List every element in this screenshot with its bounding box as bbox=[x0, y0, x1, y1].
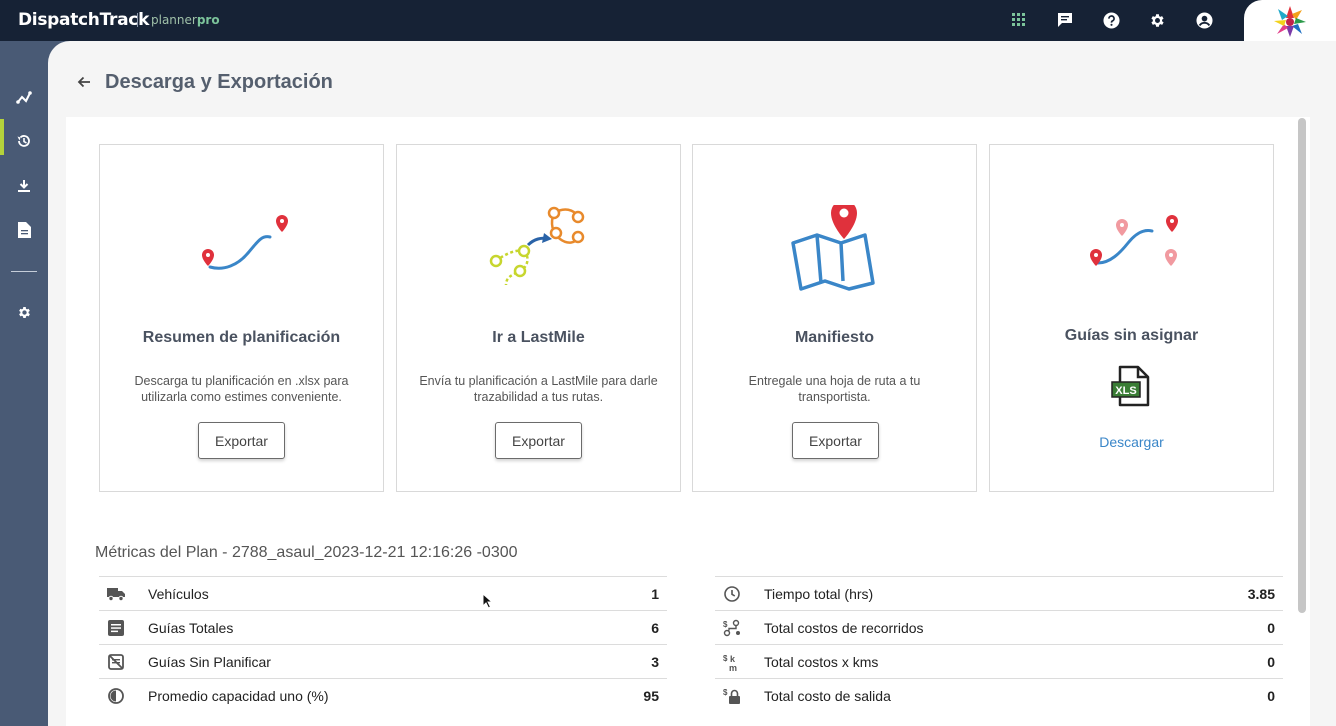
card-description: Entregale una hoja de ruta a tu transpor… bbox=[748, 374, 921, 404]
metric-row: Guías Sin Planificar 3 bbox=[99, 644, 667, 678]
company-logo bbox=[1274, 6, 1306, 37]
sidebar-item-routes[interactable] bbox=[0, 79, 48, 115]
back-button[interactable] bbox=[74, 71, 94, 93]
metric-value: 0 bbox=[1267, 688, 1275, 704]
card-title: Guías sin asignar bbox=[1064, 327, 1199, 344]
map-pin-icon bbox=[693, 195, 976, 305]
company-avatar-tab[interactable] bbox=[1244, 0, 1336, 41]
sidebar-item-history[interactable] bbox=[0, 123, 48, 159]
capacity-icon bbox=[107, 687, 125, 705]
metric-row: Guías Totales 6 bbox=[99, 610, 667, 644]
account-icon[interactable] bbox=[1195, 11, 1213, 29]
metric-label: Tiempo total (hrs) bbox=[764, 586, 874, 602]
product-prefix: planner bbox=[151, 13, 197, 27]
metric-label: Guías Sin Planificar bbox=[148, 654, 271, 670]
sidebar-item-settings[interactable] bbox=[0, 294, 48, 330]
xls-file-label: XLS bbox=[1115, 385, 1136, 397]
brand-logo[interactable]: DispatchTrack bbox=[18, 10, 149, 30]
download-unassigned-link[interactable]: Descargar bbox=[990, 434, 1273, 450]
document-icon bbox=[17, 222, 31, 238]
export-summary-button[interactable]: Exportar bbox=[198, 422, 285, 459]
svg-text:$: $ bbox=[723, 654, 728, 663]
unplanned-icon bbox=[107, 653, 125, 671]
metric-value: 1 bbox=[651, 586, 659, 602]
sidebar-item-documents[interactable] bbox=[0, 212, 48, 248]
clock-icon bbox=[723, 585, 741, 603]
top-bar: DispatchTrack plannerpro bbox=[0, 0, 1336, 41]
km-cost-icon: $ k m bbox=[723, 653, 741, 671]
metric-value: 95 bbox=[643, 688, 659, 704]
product-name: plannerpro bbox=[151, 13, 220, 27]
mouse-cursor-icon bbox=[482, 593, 494, 609]
card-planning-summary: Resumen de planificación Descarga tu pla… bbox=[99, 144, 384, 492]
apps-grid-icon[interactable] bbox=[1010, 11, 1028, 29]
metric-label: Total costos x kms bbox=[764, 654, 879, 670]
metrics-title: Métricas del Plan - 2788_asaul_2023-12-2… bbox=[95, 544, 518, 561]
metric-row: $ Total costos de recorridos 0 bbox=[715, 610, 1283, 644]
card-title: Resumen de planificación bbox=[142, 329, 341, 346]
metric-label: Total costo de salida bbox=[764, 688, 891, 704]
metric-value: 0 bbox=[1267, 654, 1275, 670]
metric-row: $ k m Total costos x kms 0 bbox=[715, 644, 1283, 678]
product-suffix: pro bbox=[196, 13, 220, 27]
svg-text:$: $ bbox=[723, 688, 728, 697]
list-icon bbox=[107, 619, 125, 637]
settings-icon[interactable] bbox=[1148, 11, 1166, 29]
card-title: Manifiesto bbox=[794, 329, 875, 346]
metric-label: Guías Totales bbox=[148, 620, 234, 636]
card-unassigned-guides: Guías sin asignar XLS Descargar bbox=[989, 144, 1274, 492]
arrow-left-icon bbox=[77, 76, 90, 88]
chat-icon[interactable] bbox=[1056, 11, 1074, 29]
main-content: Descarga y Exportación Resumen de planif… bbox=[48, 41, 1336, 726]
scrollbar[interactable] bbox=[1298, 118, 1306, 613]
metric-label: Vehículos bbox=[148, 586, 209, 602]
metric-label: Total costos de recorridos bbox=[764, 620, 924, 636]
metric-row: $ Total costo de salida 0 bbox=[715, 678, 1283, 712]
export-lastmile-button[interactable]: Exportar bbox=[495, 422, 582, 459]
card-manifest: Manifiesto Entregale una hoja de ruta a … bbox=[692, 144, 977, 492]
metric-row: Promedio capacidad uno (%) 95 bbox=[99, 678, 667, 712]
svg-text:$: $ bbox=[723, 620, 728, 629]
sidebar-divider bbox=[11, 271, 37, 272]
truck-icon bbox=[107, 585, 125, 603]
card-title: Ir a LastMile bbox=[492, 329, 585, 346]
card-description: Descarga tu planificación en .xlsx para … bbox=[134, 374, 349, 404]
brand-divider bbox=[137, 13, 138, 27]
card-description: Envía tu planificación a LastMile para d… bbox=[419, 374, 658, 404]
route-icon bbox=[16, 91, 32, 104]
lock-cost-icon: $ bbox=[723, 687, 741, 705]
metric-value: 0 bbox=[1267, 620, 1275, 636]
metric-label: Promedio capacidad uno (%) bbox=[148, 688, 329, 704]
route-cost-icon: $ bbox=[723, 619, 741, 637]
xls-file-icon[interactable]: XLS bbox=[1110, 364, 1154, 408]
card-lastmile: Ir a LastMile Envía tu planificación a L… bbox=[396, 144, 681, 492]
export-manifest-button[interactable]: Exportar bbox=[792, 422, 879, 459]
download-icon bbox=[18, 180, 30, 192]
help-icon[interactable] bbox=[1102, 11, 1120, 29]
metric-value: 6 bbox=[651, 620, 659, 636]
settings-icon bbox=[18, 306, 30, 318]
svg-text:m: m bbox=[729, 663, 737, 671]
sidebar bbox=[0, 41, 48, 726]
route-map-icon bbox=[100, 195, 383, 305]
metric-value: 3.85 bbox=[1247, 586, 1275, 602]
history-icon bbox=[17, 135, 30, 147]
route-pins-icon bbox=[990, 195, 1273, 305]
metric-value: 3 bbox=[651, 654, 659, 670]
sidebar-item-download[interactable] bbox=[0, 168, 48, 204]
metric-row: Tiempo total (hrs) 3.85 bbox=[715, 576, 1283, 610]
lastmile-transfer-icon bbox=[397, 195, 680, 305]
metric-row: Vehículos 1 bbox=[99, 576, 667, 610]
page-title: Descarga y Exportación bbox=[105, 71, 333, 93]
